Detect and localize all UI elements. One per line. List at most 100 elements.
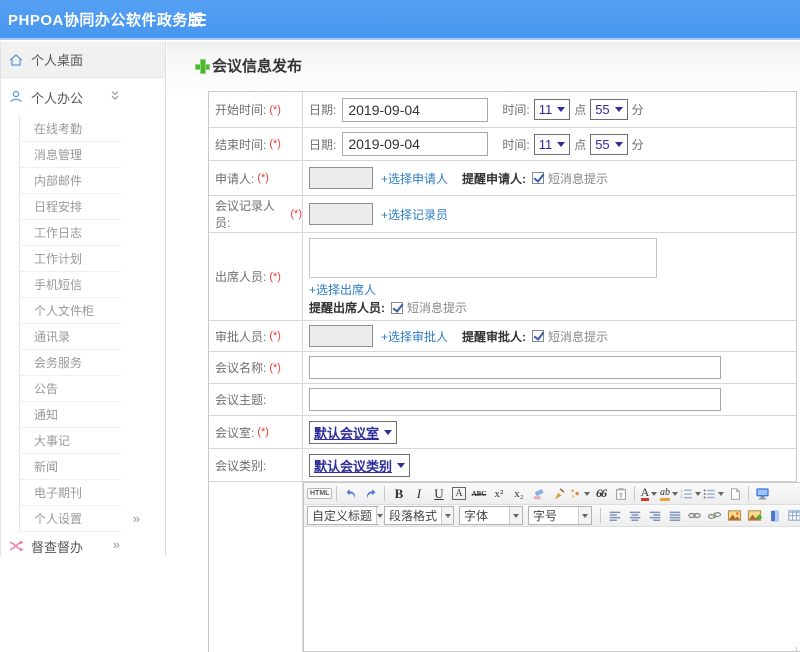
sidebar-item-conference-service[interactable]: 会务服务: [20, 350, 122, 376]
time-label: 时间:: [502, 101, 529, 118]
form-row-approver: 审批人员:(*) +选择审批人 提醒审批人: 短消息提示: [209, 321, 796, 352]
eraser-icon[interactable]: [529, 485, 548, 503]
sidebar-item-attendance[interactable]: 在线考勤: [20, 116, 122, 142]
font-color-button[interactable]: A: [639, 485, 658, 503]
user-icon: [8, 89, 24, 105]
sidebar-item-events[interactable]: 大事记: [20, 428, 122, 454]
start-hour-select[interactable]: 11: [534, 99, 571, 120]
undo-icon[interactable]: [341, 485, 360, 503]
align-justify-icon[interactable]: [665, 507, 684, 525]
paragraph-format-select[interactable]: 段落格式: [384, 506, 454, 525]
attendees-sms-checkbox[interactable]: [391, 302, 403, 314]
end-hour-select[interactable]: 11: [534, 134, 571, 155]
applicant-sms-checkbox[interactable]: [532, 172, 544, 184]
add-icon: [195, 59, 208, 72]
font-size-select[interactable]: 字号: [528, 506, 592, 525]
sidebar-item-announcements[interactable]: 公告: [20, 376, 122, 402]
sidebar-item-contacts[interactable]: 通讯录: [20, 324, 122, 350]
date-label: 日期:: [309, 101, 336, 118]
end-minute-select[interactable]: 55: [590, 134, 627, 155]
start-date-input[interactable]: [342, 98, 488, 122]
auto-format-icon[interactable]: [569, 485, 590, 503]
page-break-icon[interactable]: [765, 507, 784, 525]
form-row-recorder: 会议记录人员:(*) +选择记录员: [209, 196, 796, 233]
sidebar-item-notices[interactable]: 通知: [20, 402, 122, 428]
sidebar-item-desktop[interactable]: 个人桌面: [1, 42, 165, 78]
recorder-input[interactable]: [309, 203, 373, 225]
svg-text:1: 1: [681, 488, 683, 493]
redo-icon[interactable]: [361, 485, 380, 503]
meeting-category-select[interactable]: 默认会议类别: [309, 454, 410, 477]
link-icon[interactable]: [685, 507, 704, 525]
sidebar-item-news[interactable]: 新闻: [20, 454, 122, 480]
dropdown-arrow-icon: [557, 142, 565, 147]
meeting-name-input[interactable]: [309, 356, 721, 379]
underline-button[interactable]: U: [429, 485, 448, 503]
editor-content-area[interactable]: [304, 527, 800, 647]
form-row-start-time: 开始时间:(*) 日期: 时间: 11 点 55 分: [209, 92, 796, 128]
dropdown-arrow-icon: [509, 507, 522, 524]
choose-approver-link[interactable]: +选择审批人: [381, 328, 448, 345]
paste-as-text-icon[interactable]: T: [611, 485, 630, 503]
strikethrough-button[interactable]: ABC: [469, 485, 488, 503]
new-page-icon[interactable]: [725, 485, 744, 503]
insert-table-icon[interactable]: [785, 507, 800, 525]
sidebar-item-work-plan[interactable]: 工作计划: [20, 246, 122, 272]
unordered-list-icon[interactable]: [702, 485, 724, 503]
sidebar-item-office[interactable]: 个人办公: [1, 78, 165, 116]
font-family-select[interactable]: 字体: [459, 506, 523, 525]
align-center-icon[interactable]: [625, 507, 644, 525]
applicant-input[interactable]: [309, 167, 373, 189]
html-source-button[interactable]: HTML: [307, 485, 332, 503]
sidebar-item-label: 个人桌面: [31, 50, 83, 69]
date-label: 日期:: [309, 136, 336, 153]
bold-button[interactable]: B: [389, 485, 408, 503]
ordered-list-icon[interactable]: 12: [679, 485, 701, 503]
approver-sms-checkbox[interactable]: [532, 330, 544, 342]
sidebar-item-e-journal[interactable]: 电子期刊: [20, 480, 122, 506]
svg-text:T: T: [619, 492, 623, 499]
end-date-input[interactable]: [342, 132, 488, 156]
app-title: PHPOA协同办公软件政务版: [0, 9, 203, 30]
choose-attendees-link[interactable]: +选择出席人: [309, 281, 376, 298]
chevron-right-icon: »: [133, 506, 140, 532]
home-icon: [8, 52, 24, 68]
superscript-button[interactable]: x²: [489, 485, 508, 503]
double-chevron-down-icon: [109, 90, 121, 102]
insert-image-upload-icon[interactable]: [745, 507, 764, 525]
custom-heading-select[interactable]: 自定义标题: [307, 506, 379, 525]
field-label: 会议名称:(*): [209, 352, 303, 383]
top-bar: PHPOA协同办公软件政务版: [0, 0, 800, 40]
meeting-topic-input[interactable]: [309, 388, 721, 411]
dropdown-arrow-icon: [441, 507, 453, 524]
sidebar-item-label: 个人设置: [34, 512, 82, 526]
choose-recorder-link[interactable]: +选择记录员: [381, 206, 448, 223]
sidebar-item-file-cabinet[interactable]: 个人文件柜: [20, 298, 122, 324]
start-minute-select[interactable]: 55: [590, 99, 627, 120]
sidebar-item-work-log[interactable]: 工作日志: [20, 220, 122, 246]
sidebar-item-sms[interactable]: 手机短信: [20, 272, 122, 298]
attendees-textarea[interactable]: [309, 238, 657, 278]
unlink-icon[interactable]: [705, 507, 724, 525]
italic-button[interactable]: I: [409, 485, 428, 503]
approver-input[interactable]: [309, 325, 373, 347]
svg-text:2: 2: [681, 493, 683, 498]
sidebar-item-messages[interactable]: 消息管理: [20, 142, 122, 168]
format-brush-icon[interactable]: [549, 485, 568, 503]
sidebar-item-schedule[interactable]: 日程安排: [20, 194, 122, 220]
align-right-icon[interactable]: [645, 507, 664, 525]
highlight-color-button[interactable]: ab: [659, 485, 678, 503]
blockquote-button[interactable]: 66: [591, 485, 610, 503]
font-style-button[interactable]: A: [449, 485, 468, 503]
sidebar-item-personal-settings[interactable]: 个人设置 »: [20, 506, 122, 532]
dropdown-arrow-icon: [397, 463, 405, 468]
fullscreen-icon[interactable]: [753, 485, 772, 503]
choose-applicant-link[interactable]: +选择申请人: [381, 170, 448, 187]
sidebar-item-internal-mail[interactable]: 内部邮件: [20, 168, 122, 194]
field-label: 会议记录人员:(*): [209, 196, 303, 232]
dropdown-arrow-icon: [672, 492, 678, 496]
meeting-room-select[interactable]: 默认会议室: [309, 421, 397, 444]
align-left-icon[interactable]: [605, 507, 624, 525]
subscript-button[interactable]: x₂: [509, 485, 528, 503]
insert-image-icon[interactable]: [725, 507, 744, 525]
